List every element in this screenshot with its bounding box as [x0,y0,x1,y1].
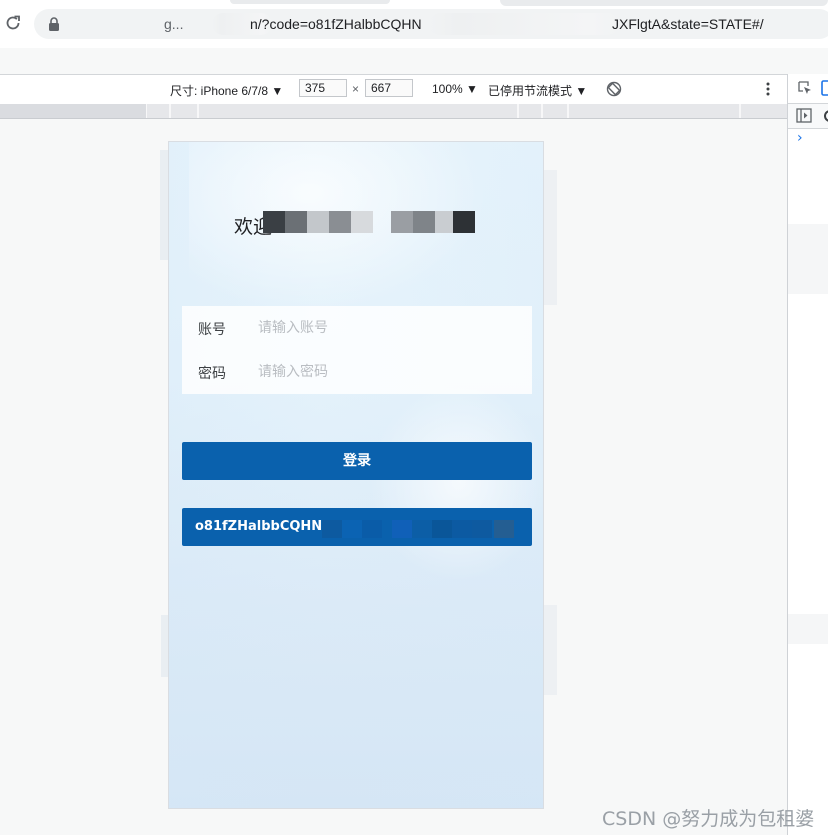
console-settings-icon[interactable] [823,108,828,124]
address-bar[interactable]: g... n/?code=o81fZHalbbCQHN JXFlgtA&stat… [34,9,828,39]
device-toolbar: 尺寸: iPhone 6/7/8 ▼ 375 × 667 100% ▼ 已停用节… [0,74,787,105]
blurred-tab [500,0,828,6]
console-prompt[interactable]: › [797,130,803,146]
devtools-toolbar [788,74,828,104]
browser-toolbar: g... n/?code=o81fZHalbbCQHN JXFlgtA&stat… [0,0,828,48]
devtools-panel: › [787,74,828,835]
device-toggle-icon[interactable] [821,80,828,96]
url-query-part: n/?code=o81fZHalbbCQHN [250,16,422,32]
ruler-segment[interactable] [740,104,788,118]
mobile-viewport: 欢迎 账号 密码 登录 o81fZHalbbCQHN [168,141,544,809]
login-form: 账号 密码 [182,306,532,394]
pixelated-redaction [472,520,492,538]
pixelated-redaction [322,520,342,538]
pixelated-redaction [307,211,329,233]
redaction-smear [788,614,828,644]
ruler-segment[interactable] [198,104,518,118]
pixelated-redaction [351,211,373,233]
ruler-segment[interactable] [146,104,170,118]
pixelated-redaction [285,211,307,233]
pixelated-redaction [362,520,382,538]
zoom-select[interactable]: 100% ▼ [432,82,478,96]
account-input[interactable] [258,314,520,342]
pixelated-redaction [392,520,412,538]
login-button[interactable]: 登录 [182,442,532,480]
device-select[interactable]: 尺寸: iPhone 6/7/8 ▼ [170,82,283,99]
background-glow [369,382,543,582]
password-row: 密码 [182,350,532,394]
console-sidebar-icon[interactable] [796,108,812,123]
pixelated-redaction [263,211,285,233]
pixelated-redaction [413,211,435,233]
code-display-button[interactable]: o81fZHalbbCQHN [182,508,532,546]
pixelated-redaction [452,520,472,538]
pixelated-redaction [432,520,452,538]
viewport-width-input[interactable]: 375 [299,79,347,97]
blurred-tab [230,0,390,4]
pixelated-redaction [329,211,351,233]
console-toolbar [788,104,828,129]
pixelated-redaction [453,211,475,233]
account-label: 账号 [198,322,226,338]
media-query-ruler[interactable] [0,104,788,119]
ruler-segment[interactable] [170,104,198,118]
lock-icon[interactable] [48,17,60,31]
account-row: 账号 [182,306,532,350]
ruler-segment[interactable] [542,104,568,118]
pixelated-redaction [494,520,514,538]
watermark: CSDN @努力成为包租婆 [602,808,815,830]
throttle-select[interactable]: 已停用节流模式 ▼ [488,82,587,99]
rotate-icon[interactable] [606,81,622,97]
url-query-part: JXFlgtA&state=STATE#/ [612,16,764,32]
ruler-segment[interactable] [518,104,542,118]
dimension-separator: × [352,82,360,96]
more-options-icon[interactable] [764,81,772,97]
redaction-smear [160,150,168,260]
url-host: g... [164,16,184,32]
inspect-element-icon[interactable] [797,80,813,96]
password-label: 密码 [198,366,226,382]
redaction-smear [429,13,619,35]
redaction-smear [788,224,828,294]
password-input[interactable] [258,358,520,386]
pixelated-redaction [342,520,362,538]
pixelated-redaction [391,211,413,233]
ruler-segment[interactable] [568,104,740,118]
viewport-height-input[interactable]: 667 [365,79,413,97]
code-text: o81fZHalbbCQHN [195,519,323,534]
pixelated-redaction [412,520,432,538]
reload-icon[interactable] [4,14,22,32]
